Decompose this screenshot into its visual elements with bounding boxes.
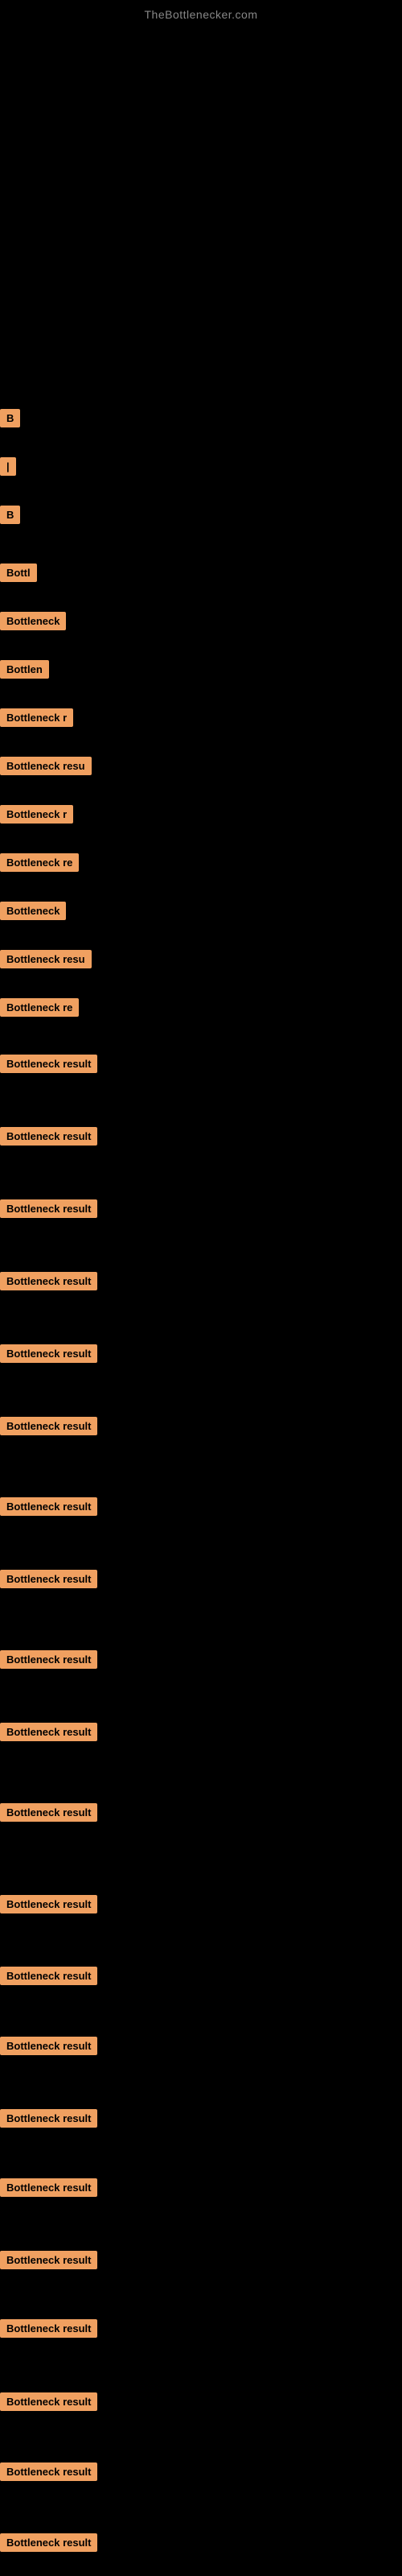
bottleneck-result-label[interactable]: Bottleneck result <box>0 2533 97 2552</box>
bottleneck-label-container-3: B <box>0 506 20 528</box>
bottleneck-label-container-28: Bottleneck result <box>0 2109 97 2132</box>
bottleneck-label-container-20: Bottleneck result <box>0 1497 97 1520</box>
bottleneck-label-container-30: Bottleneck result <box>0 2251 97 2273</box>
bottleneck-result-label[interactable]: Bottl <box>0 564 37 582</box>
bottleneck-label-container-8: Bottleneck resu <box>0 757 92 779</box>
bottleneck-result-label[interactable]: Bottleneck result <box>0 1199 97 1218</box>
bottleneck-result-label[interactable]: Bottleneck r <box>0 708 73 727</box>
bottleneck-result-label[interactable]: B <box>0 409 20 427</box>
bottleneck-label-container-21: Bottleneck result <box>0 1570 97 1592</box>
bottleneck-label-container-4: Bottl <box>0 564 37 586</box>
bottleneck-label-container-24: Bottleneck result <box>0 1803 97 1826</box>
bottleneck-result-label[interactable]: Bottleneck result <box>0 1967 97 1985</box>
bottleneck-label-container-25: Bottleneck result <box>0 1895 97 1918</box>
bottleneck-label-container-29: Bottleneck result <box>0 2178 97 2201</box>
bottleneck-result-label[interactable]: Bottleneck result <box>0 1895 97 1913</box>
bottleneck-result-label[interactable]: Bottleneck resu <box>0 757 92 775</box>
bottleneck-label-container-13: Bottleneck re <box>0 998 79 1021</box>
bottleneck-result-label[interactable]: Bottleneck r <box>0 805 73 824</box>
bottleneck-label-container-16: Bottleneck result <box>0 1199 97 1222</box>
bottleneck-label-container-6: Bottlen <box>0 660 49 683</box>
bottleneck-label-container-2: | <box>0 457 16 480</box>
bottleneck-result-label[interactable]: Bottleneck result <box>0 1417 97 1435</box>
bottleneck-label-container-33: Bottleneck result <box>0 2462 97 2485</box>
bottleneck-result-label[interactable]: Bottleneck result <box>0 1272 97 1290</box>
bottleneck-label-container-15: Bottleneck result <box>0 1127 97 1150</box>
bottleneck-label-container-14: Bottleneck result <box>0 1055 97 1077</box>
bottleneck-label-container-11: Bottleneck <box>0 902 66 924</box>
bottleneck-label-container-34: Bottleneck result <box>0 2533 97 2556</box>
bottleneck-result-label[interactable]: | <box>0 457 16 476</box>
bottleneck-result-label[interactable]: Bottleneck result <box>0 1055 97 1073</box>
bottleneck-label-container-10: Bottleneck re <box>0 853 79 876</box>
bottleneck-result-label[interactable]: Bottleneck result <box>0 1344 97 1363</box>
bottleneck-label-container-12: Bottleneck resu <box>0 950 92 972</box>
bottleneck-label-container-1: B <box>0 409 20 431</box>
bottleneck-result-label[interactable]: Bottleneck resu <box>0 950 92 968</box>
bottleneck-result-label[interactable]: Bottleneck result <box>0 2319 97 2338</box>
bottleneck-label-container-27: Bottleneck result <box>0 2037 97 2059</box>
bottleneck-result-label[interactable]: B <box>0 506 20 524</box>
bottleneck-label-container-19: Bottleneck result <box>0 1417 97 1439</box>
bottleneck-result-label[interactable]: Bottleneck <box>0 902 66 920</box>
bottleneck-result-label[interactable]: Bottleneck result <box>0 2392 97 2411</box>
bottleneck-result-label[interactable]: Bottleneck result <box>0 2037 97 2055</box>
bottleneck-result-label[interactable]: Bottleneck result <box>0 1497 97 1516</box>
bottleneck-label-container-31: Bottleneck result <box>0 2319 97 2342</box>
bottleneck-label-container-9: Bottleneck r <box>0 805 73 828</box>
bottleneck-result-label[interactable]: Bottleneck result <box>0 1650 97 1669</box>
bottleneck-result-label[interactable]: Bottleneck re <box>0 853 79 872</box>
bottleneck-label-container-23: Bottleneck result <box>0 1723 97 1745</box>
bottleneck-label-container-5: Bottleneck <box>0 612 66 634</box>
bottleneck-label-container-18: Bottleneck result <box>0 1344 97 1367</box>
bottleneck-label-container-17: Bottleneck result <box>0 1272 97 1294</box>
bottleneck-result-label[interactable]: Bottleneck result <box>0 1723 97 1741</box>
bottleneck-result-label[interactable]: Bottleneck result <box>0 2178 97 2197</box>
bottleneck-result-label[interactable]: Bottleneck result <box>0 2462 97 2481</box>
bottleneck-label-container-26: Bottleneck result <box>0 1967 97 1989</box>
bottleneck-result-label[interactable]: Bottlen <box>0 660 49 679</box>
bottleneck-result-label[interactable]: Bottleneck result <box>0 1803 97 1822</box>
bottleneck-result-label[interactable]: Bottleneck result <box>0 2251 97 2269</box>
bottleneck-label-container-32: Bottleneck result <box>0 2392 97 2415</box>
bottleneck-label-container-22: Bottleneck result <box>0 1650 97 1673</box>
bottleneck-result-label[interactable]: Bottleneck result <box>0 2109 97 2128</box>
bottleneck-result-label[interactable]: Bottleneck <box>0 612 66 630</box>
bottleneck-result-label[interactable]: Bottleneck result <box>0 1570 97 1588</box>
bottleneck-result-label[interactable]: Bottleneck result <box>0 1127 97 1146</box>
bottleneck-label-container-7: Bottleneck r <box>0 708 73 731</box>
site-title: TheBottlenecker.com <box>0 0 402 21</box>
bottleneck-result-label[interactable]: Bottleneck re <box>0 998 79 1017</box>
